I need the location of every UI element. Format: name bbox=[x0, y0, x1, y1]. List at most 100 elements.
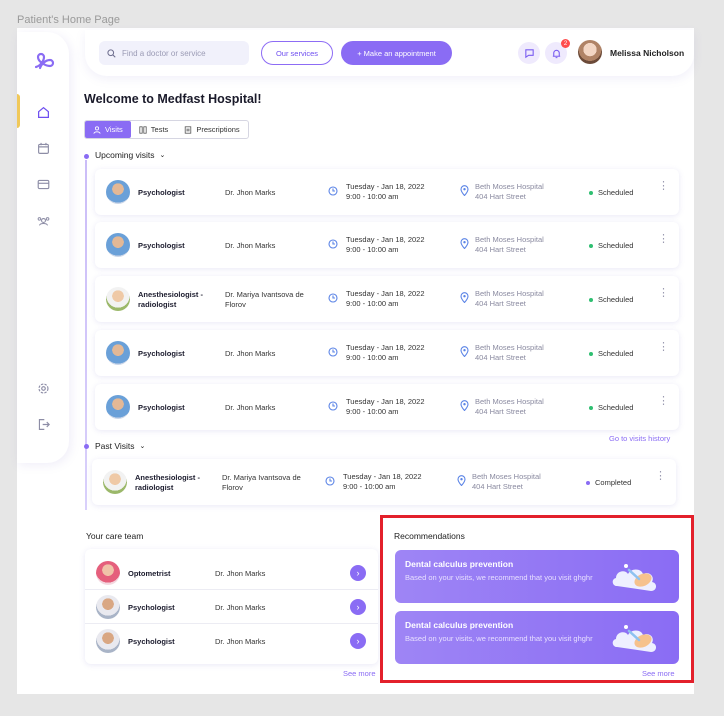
visit-time: Tuesday - Jan 18, 2022 9:00 - 10:00 am bbox=[346, 397, 425, 417]
visit-day: Tuesday - Jan 18, 2022 bbox=[346, 289, 425, 298]
visit-card[interactable]: Psychologist Dr. Jhon Marks Tuesday - Ja… bbox=[95, 222, 679, 268]
status-text: Scheduled bbox=[598, 295, 634, 304]
location-pin-icon bbox=[460, 292, 469, 303]
hospital-address: 404 Hart Street bbox=[475, 299, 526, 308]
calendar-icon[interactable] bbox=[35, 140, 51, 156]
team-icon[interactable] bbox=[35, 212, 51, 228]
tab-prescriptions[interactable]: Prescriptions bbox=[176, 121, 247, 138]
care-team-see-more-link[interactable]: See more bbox=[343, 669, 376, 678]
hospital-name: Beth Moses Hospital bbox=[472, 472, 541, 481]
search-placeholder: Find a doctor or service bbox=[122, 48, 206, 58]
visits-history-link[interactable]: Go to visits history bbox=[609, 434, 670, 443]
upcoming-visits-toggle[interactable]: Upcoming visits ⌄ bbox=[95, 150, 165, 160]
make-appointment-button[interactable]: + Make an appointment bbox=[341, 41, 452, 65]
past-visits-toggle[interactable]: Past Visits ⌄ bbox=[95, 441, 145, 451]
doctor-avatar bbox=[106, 395, 130, 419]
more-options-icon[interactable]: ⋮ bbox=[658, 234, 669, 245]
logout-icon[interactable] bbox=[35, 416, 51, 432]
doctor-name: Dr. Jhon Marks bbox=[215, 603, 266, 612]
visit-card[interactable]: Psychologist Dr. Jhon Marks Tuesday - Ja… bbox=[95, 330, 679, 376]
status-dot bbox=[586, 480, 590, 485]
chevron-right-icon[interactable]: › bbox=[350, 565, 366, 581]
status-text: Completed bbox=[595, 478, 632, 487]
specialty: Psychologist bbox=[138, 403, 185, 412]
doctor-name: Dr. Jhon Marks bbox=[225, 349, 276, 358]
test-tube-icon bbox=[139, 125, 147, 134]
page-label: Patient's Home Page bbox=[17, 14, 120, 26]
doctor-name: Dr. Jhon Marks bbox=[225, 403, 276, 412]
list-item[interactable]: Optometrist Dr. Jhon Marks › bbox=[85, 556, 378, 590]
visit-card[interactable]: Anesthesiologist - radiologist Dr. Mariy… bbox=[95, 276, 679, 322]
notification-badge: 2 bbox=[561, 39, 570, 48]
hospital-address: 404 Hart Street bbox=[475, 353, 526, 362]
doctor-avatar bbox=[106, 287, 130, 311]
hospital-address: 404 Hart Street bbox=[475, 192, 526, 201]
messages-icon[interactable] bbox=[518, 42, 540, 64]
visit-card[interactable]: Psychologist Dr. Jhon Marks Tuesday - Ja… bbox=[95, 384, 679, 430]
visit-hours: 9:00 - 10:00 am bbox=[346, 192, 399, 201]
clock-icon bbox=[325, 476, 335, 486]
status-badge: Scheduled bbox=[589, 241, 633, 250]
our-services-button[interactable]: Our services bbox=[261, 41, 333, 65]
more-options-icon[interactable]: ⋮ bbox=[658, 342, 669, 353]
location-pin-icon bbox=[457, 475, 466, 486]
active-indicator bbox=[17, 94, 20, 128]
search-input[interactable]: Find a doctor or service bbox=[99, 41, 249, 65]
more-options-icon[interactable]: ⋮ bbox=[658, 288, 669, 299]
notifications-icon[interactable]: 2 bbox=[545, 39, 570, 64]
home-icon[interactable] bbox=[35, 104, 51, 120]
specialty: Psychologist bbox=[128, 603, 175, 612]
section-title: Past Visits bbox=[95, 441, 135, 451]
search-icon bbox=[107, 48, 116, 58]
tab-label: Prescriptions bbox=[196, 125, 240, 134]
doctor-avatar bbox=[96, 629, 120, 653]
doctor-name: Dr. Mariya Ivantsova de Florov bbox=[225, 290, 304, 309]
hospital-address: 404 Hart Street bbox=[475, 245, 526, 254]
tab-visits[interactable]: Visits bbox=[85, 121, 131, 138]
chevron-right-icon[interactable]: › bbox=[350, 599, 366, 615]
doctor-name: Dr. Mariya Ivantsova de Florov bbox=[222, 473, 301, 492]
visit-location: Beth Moses Hospital 404 Hart Street bbox=[475, 343, 544, 363]
top-bar: Find a doctor or service Our services + … bbox=[85, 30, 694, 76]
location-pin-icon bbox=[460, 238, 469, 249]
visit-day: Tuesday - Jan 18, 2022 bbox=[346, 343, 425, 352]
doctor-avatar bbox=[96, 595, 120, 619]
section-title: Upcoming visits bbox=[95, 150, 155, 160]
list-item[interactable]: Psychologist Dr. Jhon Marks › bbox=[85, 624, 378, 658]
timeline-dot bbox=[84, 154, 89, 159]
card-icon[interactable] bbox=[35, 176, 51, 192]
visit-day: Tuesday - Jan 18, 2022 bbox=[343, 472, 422, 481]
more-options-icon[interactable]: ⋮ bbox=[655, 471, 666, 482]
doctor-name: Dr. Jhon Marks bbox=[215, 569, 266, 578]
section-title: Your care team bbox=[86, 531, 144, 541]
specialty: Psychologist bbox=[138, 188, 185, 197]
avatar[interactable] bbox=[578, 40, 602, 64]
status-badge: Scheduled bbox=[589, 403, 633, 412]
visit-location: Beth Moses Hospital 404 Hart Street bbox=[475, 397, 544, 417]
visit-card[interactable]: Anesthesiologist - radiologist Dr. Mariy… bbox=[92, 459, 676, 505]
more-options-icon[interactable]: ⋮ bbox=[658, 181, 669, 192]
clock-icon bbox=[328, 401, 338, 411]
hospital-name: Beth Moses Hospital bbox=[475, 343, 544, 352]
status-text: Scheduled bbox=[598, 241, 634, 250]
location-pin-icon bbox=[460, 185, 469, 196]
doctor-avatar bbox=[106, 180, 130, 204]
list-item[interactable]: Psychologist Dr. Jhon Marks › bbox=[85, 590, 378, 624]
visit-time: Tuesday - Jan 18, 2022 9:00 - 10:00 am bbox=[343, 472, 422, 492]
clock-icon bbox=[328, 347, 338, 357]
document-icon bbox=[185, 125, 192, 134]
highlight-box bbox=[380, 515, 694, 683]
visit-card[interactable]: Psychologist Dr. Jhon Marks Tuesday - Ja… bbox=[95, 169, 679, 215]
chevron-down-icon: ⌄ bbox=[139, 443, 146, 450]
specialty: Psychologist bbox=[138, 241, 185, 250]
status-badge: Completed bbox=[586, 478, 631, 487]
tab-tests[interactable]: Tests bbox=[131, 121, 177, 138]
chevron-right-icon[interactable]: › bbox=[350, 633, 366, 649]
settings-icon[interactable] bbox=[35, 380, 51, 396]
visit-location: Beth Moses Hospital 404 Hart Street bbox=[475, 235, 544, 255]
status-text: Scheduled bbox=[598, 403, 634, 412]
more-options-icon[interactable]: ⋮ bbox=[658, 396, 669, 407]
visit-location: Beth Moses Hospital 404 Hart Street bbox=[472, 472, 541, 492]
doctor-name: Dr. Jhon Marks bbox=[215, 637, 266, 646]
specialty: Anesthesiologist - radiologist bbox=[138, 290, 204, 309]
